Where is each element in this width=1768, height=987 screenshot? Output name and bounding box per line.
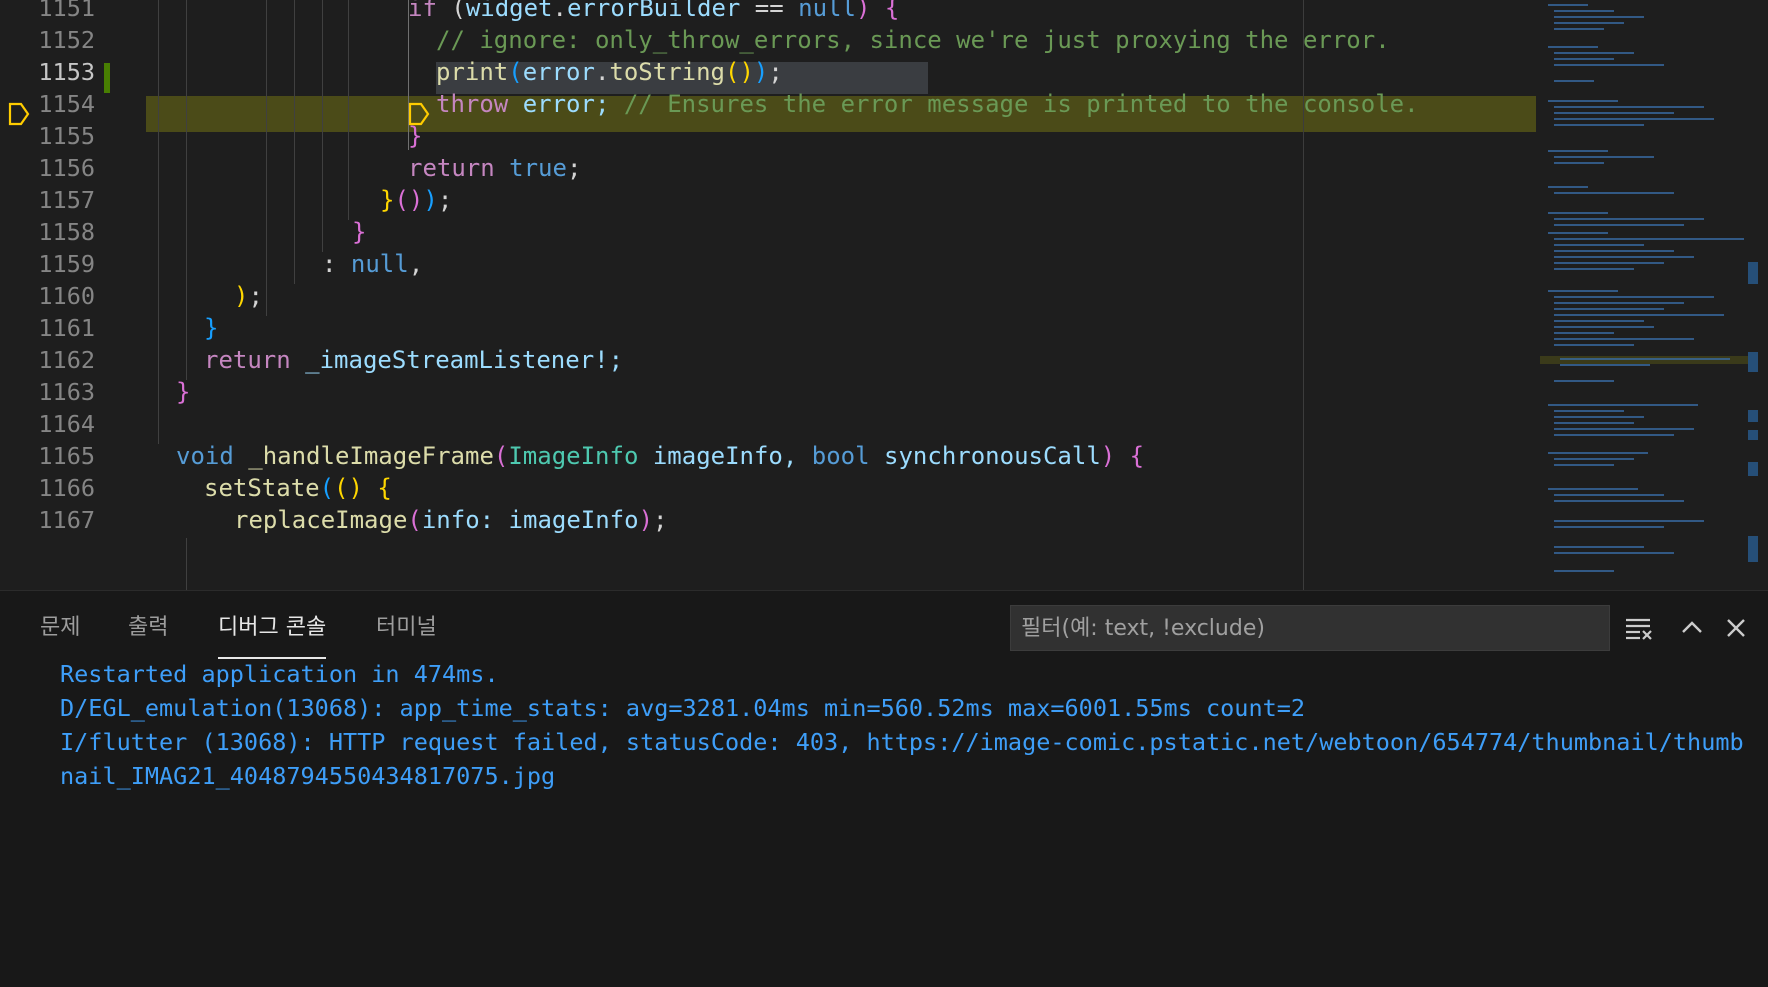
line-number: 1155 [38, 122, 95, 150]
indent-guide [322, 0, 323, 252]
console-line: D/EGL_emulation(13068): app_time_stats: … [60, 694, 1306, 722]
code-line: replaceImage(info: imageInfo); [234, 506, 668, 534]
indent-guide [186, 0, 187, 380]
code-line: : null, [322, 250, 424, 278]
minimap-marker [1748, 536, 1758, 562]
maximize-panel-icon[interactable] [1675, 611, 1709, 645]
minimap-marker [1748, 462, 1758, 476]
console-line[interactable]: I/flutter (13068): HTTP request failed, … [60, 725, 1750, 793]
line-number: 1164 [38, 410, 95, 438]
line-number: 1167 [38, 506, 95, 534]
bottom-panel: 문제 출력 디버그 콘솔 터미널 Restarted application i… [0, 590, 1768, 987]
indent-guide [158, 0, 159, 444]
code-line: } [204, 314, 219, 342]
line-number: 1163 [38, 378, 95, 406]
minimap-marker [1748, 262, 1758, 284]
indent-guide [348, 0, 349, 220]
code-line: } [176, 378, 191, 406]
line-number: 1152 [38, 26, 95, 54]
code-line: } [352, 218, 367, 246]
vertical-ruler [1303, 0, 1304, 590]
close-panel-icon[interactable] [1719, 611, 1753, 645]
line-number: 1157 [38, 186, 95, 214]
code-line: return true; [408, 154, 582, 182]
tab-debug-console-label: 디버그 콘솔 [218, 615, 327, 640]
code-line: void _handleImageFrame(ImageInfo imageIn… [176, 442, 1145, 470]
line-number-gutter[interactable]: 1151 1152 1153 1154 1155 1156 1157 1158 … [0, 0, 130, 590]
code-line: print(error.toString()); [436, 58, 783, 86]
code-line: } [408, 122, 423, 150]
code-line: return _imageStreamListener!; [204, 346, 624, 374]
code-line: }()); [380, 186, 453, 214]
minimap-marker [1748, 410, 1758, 422]
clear-console-icon[interactable] [1622, 611, 1656, 645]
line-number: 1166 [38, 474, 95, 502]
tab-problems[interactable]: 문제 [40, 609, 80, 649]
code-line: ); [234, 282, 263, 310]
console-line: Restarted application in 474ms. [60, 660, 499, 688]
indent-guide [294, 0, 295, 284]
line-number: 1161 [38, 314, 95, 342]
filter-input[interactable] [1011, 606, 1609, 650]
indent-guide [186, 538, 187, 590]
line-number: 1153 [38, 58, 95, 86]
console-filter[interactable] [1010, 605, 1610, 651]
code-text-area[interactable]: if (widget.errorBuilder == null) { // ig… [146, 0, 1536, 590]
line-number: 1158 [38, 218, 95, 246]
line-number: 1156 [38, 154, 95, 182]
code-editor[interactable]: 1151 1152 1153 1154 1155 1156 1157 1158 … [0, 0, 1768, 590]
tab-terminal[interactable]: 터미널 [376, 609, 437, 649]
minimap[interactable] [1540, 0, 1768, 590]
minimap-marker [1748, 352, 1758, 372]
line-number: 1162 [38, 346, 95, 374]
line-number: 1154 [38, 90, 95, 118]
tab-output[interactable]: 출력 [128, 609, 168, 649]
line-number: 1160 [38, 282, 95, 310]
line-number: 1159 [38, 250, 95, 278]
code-line: throw error; // Ensures the error messag… [436, 90, 1419, 118]
code-line: // ignore: only_throw_errors, since we'r… [436, 26, 1390, 54]
minimap-marker [1748, 430, 1758, 440]
debug-console-output[interactable]: Restarted application in 474ms. D/EGL_em… [60, 657, 1750, 793]
tab-debug-console[interactable]: 디버그 콘솔 [218, 609, 327, 659]
indent-guide [266, 0, 267, 316]
line-number: 1165 [38, 442, 95, 470]
code-line: setState(() { [204, 474, 392, 502]
